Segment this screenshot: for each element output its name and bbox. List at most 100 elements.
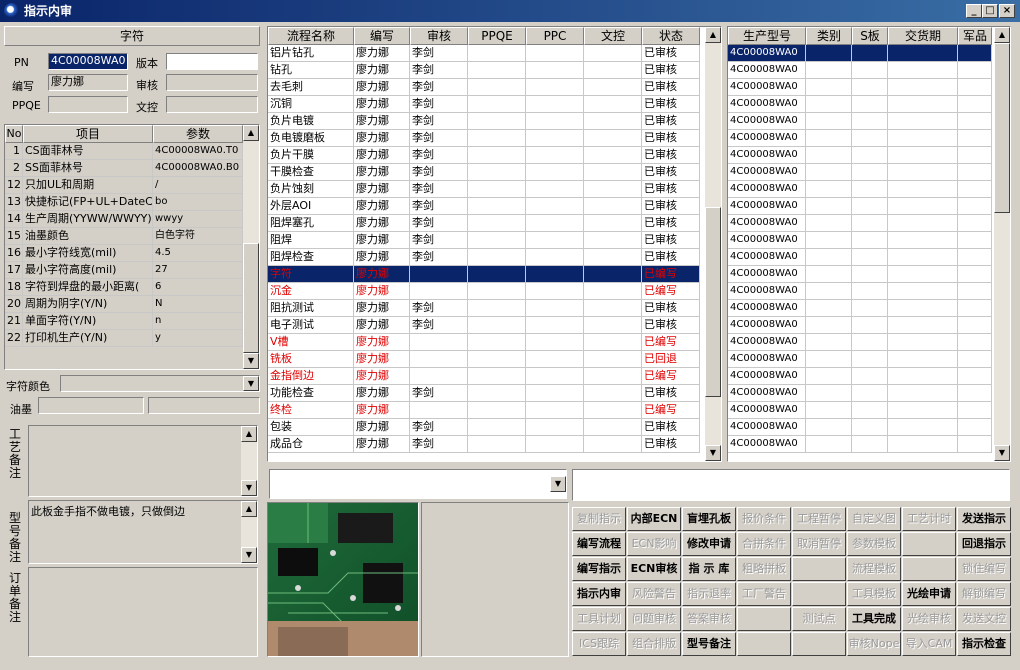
scroll-down-icon[interactable]: ▼ xyxy=(243,353,259,369)
params-row[interactable]: 2 SS面菲林号 4C00008WA0.B0 xyxy=(5,160,243,177)
action-button-5-5[interactable]: 审核Nope xyxy=(847,632,901,656)
close-button[interactable]: × xyxy=(999,4,1015,18)
action-button-2-6[interactable] xyxy=(902,557,956,581)
char-color-select[interactable]: ▼ xyxy=(60,375,260,392)
models-table[interactable]: 生产型号 类别 S板 交货期 军品 4C00008WA0 4C00008WA0 4C0000… xyxy=(727,26,1011,462)
models-row[interactable]: 4C00008WA0 xyxy=(728,181,992,198)
models-row[interactable]: 4C00008WA0 xyxy=(728,351,992,368)
action-button-3-4[interactable] xyxy=(792,582,846,606)
review-field[interactable] xyxy=(166,74,258,91)
process-row[interactable]: 阻焊 廖力娜 李剑 已审核 xyxy=(268,232,700,249)
author-field[interactable]: 廖力娜 xyxy=(48,74,128,91)
process-row[interactable]: 钻孔 廖力娜 李剑 已审核 xyxy=(268,62,700,79)
action-button-4-3[interactable] xyxy=(737,607,791,631)
version-field[interactable] xyxy=(166,53,258,70)
scroll-thumb[interactable] xyxy=(705,207,721,397)
action-button-1-1[interactable]: ECN影响 xyxy=(627,532,681,556)
scroll-up-icon[interactable]: ▲ xyxy=(705,27,721,43)
process-combo[interactable]: ▼ xyxy=(269,469,567,499)
process-header-6[interactable]: 状态 xyxy=(642,27,700,45)
scroll-up-icon[interactable]: ▲ xyxy=(243,125,259,141)
models-row[interactable]: 4C00008WA0 xyxy=(728,215,992,232)
models-row[interactable]: 4C00008WA0 xyxy=(728,368,992,385)
ink-field-2[interactable] xyxy=(148,397,260,414)
action-button-4-0[interactable]: 工具计划 xyxy=(572,607,626,631)
action-button-5-1[interactable]: 组合排版 xyxy=(627,632,681,656)
pn-field[interactable]: 4C00008WA0 xyxy=(48,53,128,70)
models-row[interactable]: 4C00008WA0 xyxy=(728,436,992,453)
models-row[interactable]: 4C00008WA0 xyxy=(728,402,992,419)
process-row[interactable]: 铣板 廖力娜 已回退 xyxy=(268,351,700,368)
models-row[interactable]: 4C00008WA0 xyxy=(728,300,992,317)
process-note-field[interactable]: ▲ ▼ xyxy=(28,425,258,497)
action-button-2-2[interactable]: 指 示 库 xyxy=(682,557,736,581)
process-row[interactable]: 成品仓 廖力娜 李剑 已审核 xyxy=(268,436,700,453)
process-header-2[interactable]: 审核 xyxy=(410,27,468,45)
action-button-1-6[interactable] xyxy=(902,532,956,556)
action-button-4-1[interactable]: 问题审核 xyxy=(627,607,681,631)
params-row[interactable]: 16 最小字符线宽(mil) 4.5 xyxy=(5,245,243,262)
maximize-button[interactable]: □ xyxy=(982,4,998,18)
action-button-4-7[interactable]: 发送文控 xyxy=(957,607,1011,631)
action-button-2-1[interactable]: ECN审核 xyxy=(627,557,681,581)
models-row[interactable]: 4C00008WA0 xyxy=(728,147,992,164)
action-button-0-1[interactable]: 内部ECN xyxy=(627,507,681,531)
models-header-0[interactable]: 生产型号 xyxy=(728,27,806,45)
params-row[interactable]: 21 单面字符(Y/N) n xyxy=(5,313,243,330)
models-row[interactable]: 4C00008WA0 xyxy=(728,96,992,113)
order-note-field[interactable] xyxy=(28,567,258,657)
action-button-5-3[interactable] xyxy=(737,632,791,656)
models-header-4[interactable]: 军品 xyxy=(958,27,992,45)
action-button-3-6[interactable]: 光绘申请 xyxy=(902,582,956,606)
params-row[interactable]: 20 周期为阴字(Y/N) N xyxy=(5,296,243,313)
action-button-0-6[interactable]: 工艺计时 xyxy=(902,507,956,531)
models-row[interactable]: 4C00008WA0 xyxy=(728,419,992,436)
action-button-2-4[interactable] xyxy=(792,557,846,581)
models-scrollbar[interactable]: ▲ ▼ xyxy=(994,27,1010,461)
params-row[interactable]: 1 CS面菲林号 4C00008WA0.T0 xyxy=(5,143,243,160)
models-row[interactable]: 4C00008WA0 xyxy=(728,249,992,266)
process-row[interactable]: 终检 廖力娜 已编写 xyxy=(268,402,700,419)
process-row[interactable]: 负片电镀 廖力娜 李剑 已审核 xyxy=(268,113,700,130)
action-button-0-2[interactable]: 盲埋孔板 xyxy=(682,507,736,531)
action-button-3-1[interactable]: 风险警告 xyxy=(627,582,681,606)
params-row[interactable]: 15 油墨颜色 白色字符 xyxy=(5,228,243,245)
models-row[interactable]: 4C00008WA0 xyxy=(728,62,992,79)
params-row[interactable]: 22 打印机生产(Y/N) y xyxy=(5,330,243,347)
models-row[interactable]: 4C00008WA0 xyxy=(728,79,992,96)
action-button-3-5[interactable]: 工具模板 xyxy=(847,582,901,606)
models-row[interactable]: 4C00008WA0 xyxy=(728,232,992,249)
models-row[interactable]: 4C00008WA0 xyxy=(728,283,992,300)
process-row[interactable]: 字符 廖力娜 已编写 xyxy=(268,266,700,283)
scroll-thumb[interactable] xyxy=(994,43,1010,213)
process-header-3[interactable]: PPQE xyxy=(468,27,526,45)
process-header-1[interactable]: 编写 xyxy=(354,27,410,45)
action-button-3-0[interactable]: 指示内审 xyxy=(572,582,626,606)
scroll-up-icon[interactable]: ▲ xyxy=(994,27,1010,43)
process-row[interactable]: 功能检查 廖力娜 李剑 已审核 xyxy=(268,385,700,402)
action-button-0-5[interactable]: 自定义图 xyxy=(847,507,901,531)
action-button-5-2[interactable]: 型号备注 xyxy=(682,632,736,656)
action-button-2-3[interactable]: 粗略拼板 xyxy=(737,557,791,581)
process-header-4[interactable]: PPC xyxy=(526,27,584,45)
process-row[interactable]: 负片干膜 廖力娜 李剑 已审核 xyxy=(268,147,700,164)
action-button-1-2[interactable]: 修改申请 xyxy=(682,532,736,556)
models-row[interactable]: 4C00008WA0 xyxy=(728,317,992,334)
scroll-down-icon[interactable]: ▼ xyxy=(705,445,721,461)
process-row[interactable]: 干膜检查 廖力娜 李剑 已审核 xyxy=(268,164,700,181)
chevron-down-icon[interactable]: ▼ xyxy=(243,376,259,391)
process-row[interactable]: 铝片钻孔 廖力娜 李剑 已审核 xyxy=(268,45,700,62)
models-header-1[interactable]: 类别 xyxy=(806,27,852,45)
process-row[interactable]: 负片蚀刻 廖力娜 李剑 已审核 xyxy=(268,181,700,198)
params-scrollbar[interactable]: ▲ ▼ xyxy=(243,125,259,369)
model-note-field[interactable]: 此板金手指不做电镀，只做倒边 ▲ ▼ xyxy=(28,500,258,564)
doc-control-field[interactable] xyxy=(166,96,258,113)
action-button-5-6[interactable]: 导入CAM xyxy=(902,632,956,656)
action-button-3-2[interactable]: 指示退率 xyxy=(682,582,736,606)
process-row[interactable]: 阻抗测试 廖力娜 李剑 已审核 xyxy=(268,300,700,317)
process-row[interactable]: V槽 廖力娜 已编写 xyxy=(268,334,700,351)
action-button-0-0[interactable]: 复制指示 xyxy=(572,507,626,531)
process-table[interactable]: 流程名称 编写 审核 PPQE PPC 文控 状态 铝片钻孔 廖力娜 李剑 已审核 钻孔 廖力娜 李剑已… xyxy=(267,26,722,462)
action-button-4-6[interactable]: 光绘审核 xyxy=(902,607,956,631)
process-row[interactable]: 沉铜 廖力娜 李剑 已审核 xyxy=(268,96,700,113)
